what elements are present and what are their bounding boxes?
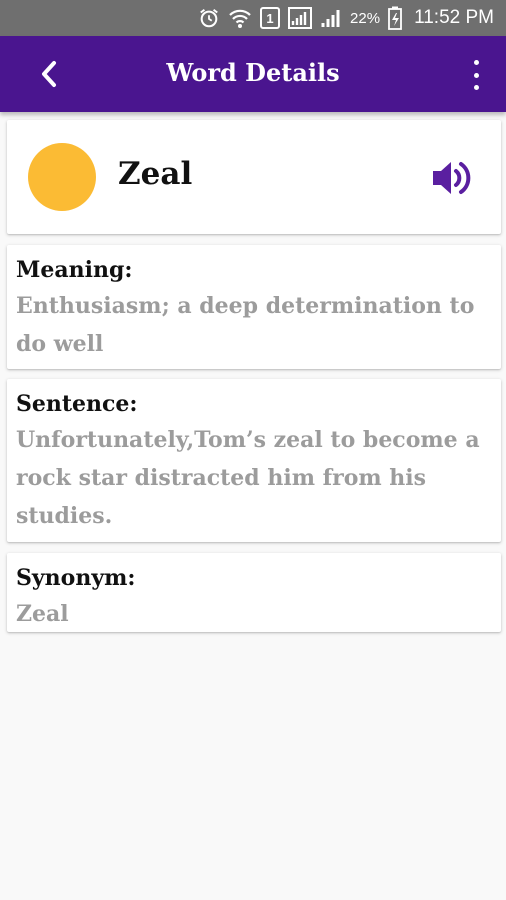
app-bar: Word Details xyxy=(0,36,506,112)
overflow-dot xyxy=(473,72,479,78)
meaning-card: Meaning: Enthusiasm; a deep determinatio… xyxy=(7,245,501,369)
battery-percentage: 22% xyxy=(350,9,381,27)
overflow-menu-icon xyxy=(473,60,479,65)
signal-icon xyxy=(288,7,313,29)
alarm-icon xyxy=(198,7,220,29)
sentence-value: Unfortunately,Tom’s zeal to become a roc… xyxy=(16,427,480,529)
overflow-dot xyxy=(473,85,479,90)
word-card: Zeal xyxy=(7,120,501,234)
meaning-value: Enthusiasm; a deep determination to do w… xyxy=(16,293,475,357)
speaker-icon xyxy=(433,162,471,194)
pronounce-button[interactable] xyxy=(431,158,473,198)
word-avatar xyxy=(28,143,96,211)
sentence-label: Sentence: xyxy=(16,391,138,417)
synonym-label: Synonym: xyxy=(16,565,136,591)
sentence-card: Sentence: Unfortunately,Tom’s zeal to be… xyxy=(7,379,501,542)
sim-icon: 1 xyxy=(260,7,281,29)
overflow-menu-button[interactable] xyxy=(466,60,486,90)
meaning-label: Meaning: xyxy=(16,257,133,283)
wifi-icon xyxy=(228,7,252,29)
word-title: Zeal xyxy=(118,156,193,192)
status-bar: 1 22% 11:52 PM xyxy=(0,0,506,36)
clock-time: 11:52 PM xyxy=(414,7,494,28)
battery-icon xyxy=(388,6,402,30)
synonym-card: Synonym: Zeal xyxy=(7,553,501,632)
signal-icon xyxy=(320,7,342,29)
page-title: Word Details xyxy=(166,58,340,87)
synonym-value: Zeal xyxy=(16,601,69,627)
